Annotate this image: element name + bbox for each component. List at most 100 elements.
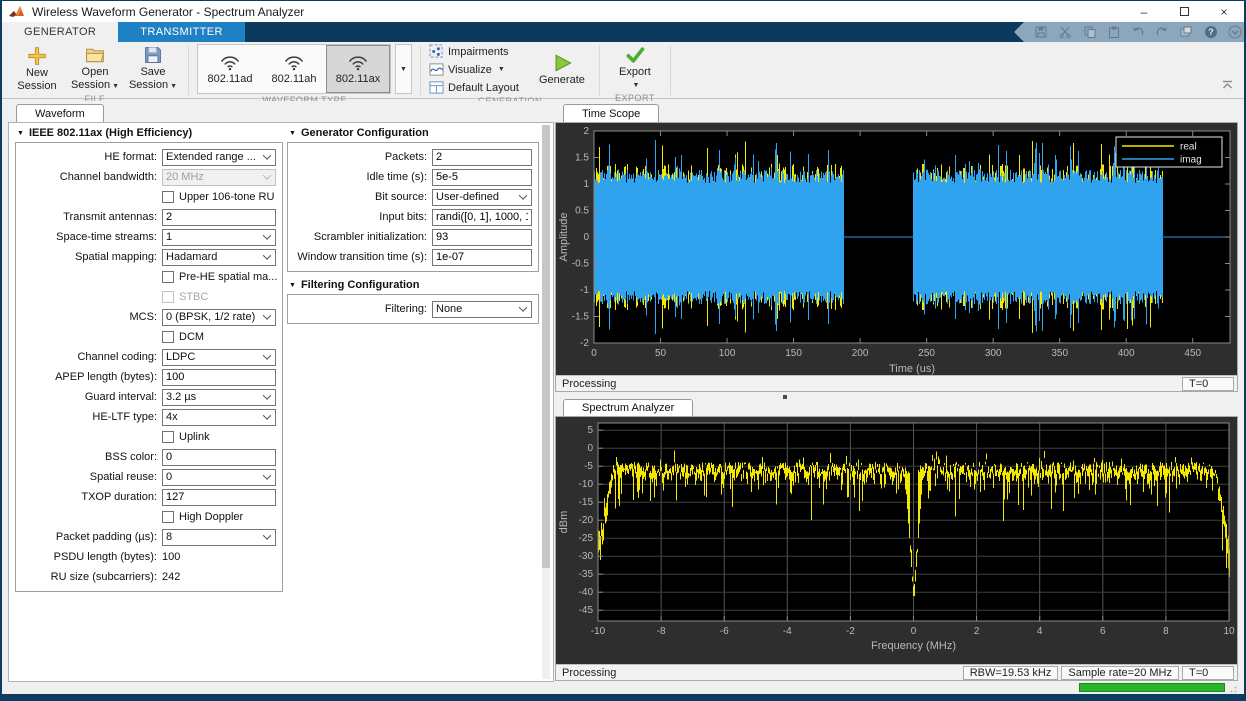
field-select[interactable]: 8 <box>162 529 276 546</box>
svg-text:50: 50 <box>655 348 667 359</box>
redo-icon[interactable] <box>1153 25 1171 40</box>
field-label: Bit source: <box>294 191 432 203</box>
field-select[interactable]: 0 (BPSK, 1/2 rate) <box>162 309 276 326</box>
field-input[interactable] <box>162 209 276 226</box>
rbw-readout: RBW=19.53 kHz <box>963 666 1059 680</box>
minimize-button[interactable]: – <box>1124 1 1164 22</box>
field-input[interactable] <box>432 209 532 226</box>
open-session-button[interactable]: Open Session▼ <box>68 44 122 93</box>
field-value: 242 <box>162 571 180 583</box>
vertical-scrollbar[interactable] <box>542 125 550 679</box>
field-select[interactable]: LDPC <box>162 349 276 366</box>
form-row: Spatial reuse:0 <box>22 469 276 485</box>
group-header-filtering-config[interactable]: ▼ Filtering Configuration <box>289 279 539 291</box>
help-icon[interactable]: ? <box>1202 25 1220 40</box>
form-row: APEP length (bytes): <box>22 369 276 385</box>
tab-spectrum-analyzer[interactable]: Spectrum Analyzer <box>563 399 693 416</box>
field-input[interactable] <box>162 449 276 466</box>
waveform-80211ax-button[interactable]: 802.11ax <box>326 45 390 93</box>
field-input[interactable] <box>432 149 532 166</box>
field-input[interactable] <box>432 249 532 266</box>
save-icon[interactable] <box>1032 25 1050 40</box>
tab-generator[interactable]: GENERATOR <box>2 22 118 42</box>
field-select[interactable]: None <box>432 301 532 318</box>
field-select[interactable]: 3.2 µs <box>162 389 276 406</box>
field-input[interactable] <box>432 169 532 186</box>
generate-button[interactable]: Generate <box>533 52 591 87</box>
svg-text:Frequency (MHz): Frequency (MHz) <box>871 640 956 652</box>
waveform-type-more-button[interactable]: ▼ <box>395 44 412 94</box>
tab-waveform[interactable]: Waveform <box>16 104 104 122</box>
form-row: RU size (subcarriers):242 <box>22 569 276 585</box>
collapse-ribbon-button[interactable] <box>1221 76 1234 94</box>
checkbox[interactable] <box>162 291 174 303</box>
field-select[interactable]: Hadamard <box>162 249 276 266</box>
waveform-80211ah-button[interactable]: 802.11ah <box>262 45 326 93</box>
svg-text:-0.5: -0.5 <box>572 259 590 270</box>
close-button[interactable]: × <box>1204 1 1244 22</box>
checkbox[interactable] <box>162 331 174 343</box>
impairments-button[interactable]: Impairments <box>429 44 519 59</box>
maximize-button[interactable] <box>1164 1 1204 22</box>
undo-icon[interactable] <box>1129 25 1147 40</box>
svg-text:0: 0 <box>583 232 589 243</box>
form-row: TXOP duration: <box>22 489 276 505</box>
field-label: APEP length (bytes): <box>22 371 162 383</box>
field-label: Packets: <box>294 151 432 163</box>
save-session-button[interactable]: Save Session▼ <box>126 44 180 93</box>
visualize-button[interactable]: Visualize ▼ <box>429 62 519 77</box>
cut-icon[interactable] <box>1056 25 1074 40</box>
form-row: Input bits: <box>294 209 532 225</box>
scrollbar-thumb[interactable] <box>542 125 550 568</box>
wifi-icon <box>282 54 306 71</box>
default-layout-button[interactable]: Default Layout <box>429 80 519 95</box>
svg-text:-40: -40 <box>579 587 594 598</box>
field-select[interactable]: 0 <box>162 469 276 486</box>
checkbox[interactable] <box>162 431 174 443</box>
group-header-ieee80211ax[interactable]: ▼ IEEE 802.11ax (High Efficiency) <box>17 127 283 139</box>
checkbox[interactable] <box>162 271 174 283</box>
field-select[interactable]: Extended range ... <box>162 149 276 166</box>
windows-icon[interactable] <box>1177 25 1195 40</box>
svg-text:-2: -2 <box>580 338 589 349</box>
field-select[interactable]: User-defined <box>432 189 532 206</box>
select-value: 3.2 µs <box>166 391 262 403</box>
form-row: Scrambler initialization: <box>294 229 532 245</box>
checkbox-label: STBC <box>179 291 208 303</box>
copy-icon[interactable] <box>1080 25 1098 40</box>
waveform-panel: Waveform ▼ IEEE 802.11ax (High Efficienc… <box>8 104 554 682</box>
svg-text:Time (us): Time (us) <box>889 363 935 375</box>
checkbox[interactable] <box>162 511 174 523</box>
form-row: Pre-HE spatial ma... <box>22 269 276 285</box>
tab-transmitter[interactable]: TRANSMITTER <box>118 22 245 42</box>
field-label: RU size (subcarriers): <box>22 571 162 583</box>
svg-text:-35: -35 <box>579 569 594 580</box>
field-label: Idle time (s): <box>294 171 432 183</box>
checkbox[interactable] <box>162 191 174 203</box>
select-value: 0 (BPSK, 1/2 rate) <box>166 311 262 323</box>
progress-row <box>555 681 1238 694</box>
new-session-button[interactable]: New Session <box>10 45 64 93</box>
field-select[interactable]: 4x <box>162 409 276 426</box>
field-input[interactable] <box>432 229 532 246</box>
button-label: Session <box>17 80 56 93</box>
svg-text:10: 10 <box>1223 626 1235 637</box>
svg-text:8: 8 <box>1163 626 1169 637</box>
paste-icon[interactable] <box>1105 25 1123 40</box>
more-icon[interactable] <box>1226 25 1244 40</box>
field-input[interactable] <box>162 369 276 386</box>
field-input[interactable] <box>162 489 276 506</box>
waveform-80211ad-button[interactable]: 802.11ad <box>198 45 262 93</box>
tab-time-scope[interactable]: Time Scope <box>563 104 659 122</box>
field-select[interactable]: 1 <box>162 229 276 246</box>
field-select[interactable]: 20 MHz <box>162 169 276 186</box>
checkbox-label: Pre-HE spatial ma... <box>179 271 277 283</box>
collapse-arrow-icon: ▼ <box>289 282 296 289</box>
select-value: 4x <box>166 411 262 423</box>
group-header-generator-config[interactable]: ▼ Generator Configuration <box>289 127 539 139</box>
select-value: None <box>436 303 518 315</box>
svg-text:-1.5: -1.5 <box>572 312 590 323</box>
form-row: Filtering:None <box>294 301 532 317</box>
resize-grip-icon[interactable] <box>1228 684 1237 693</box>
export-button[interactable]: Export ▼ <box>608 44 662 92</box>
